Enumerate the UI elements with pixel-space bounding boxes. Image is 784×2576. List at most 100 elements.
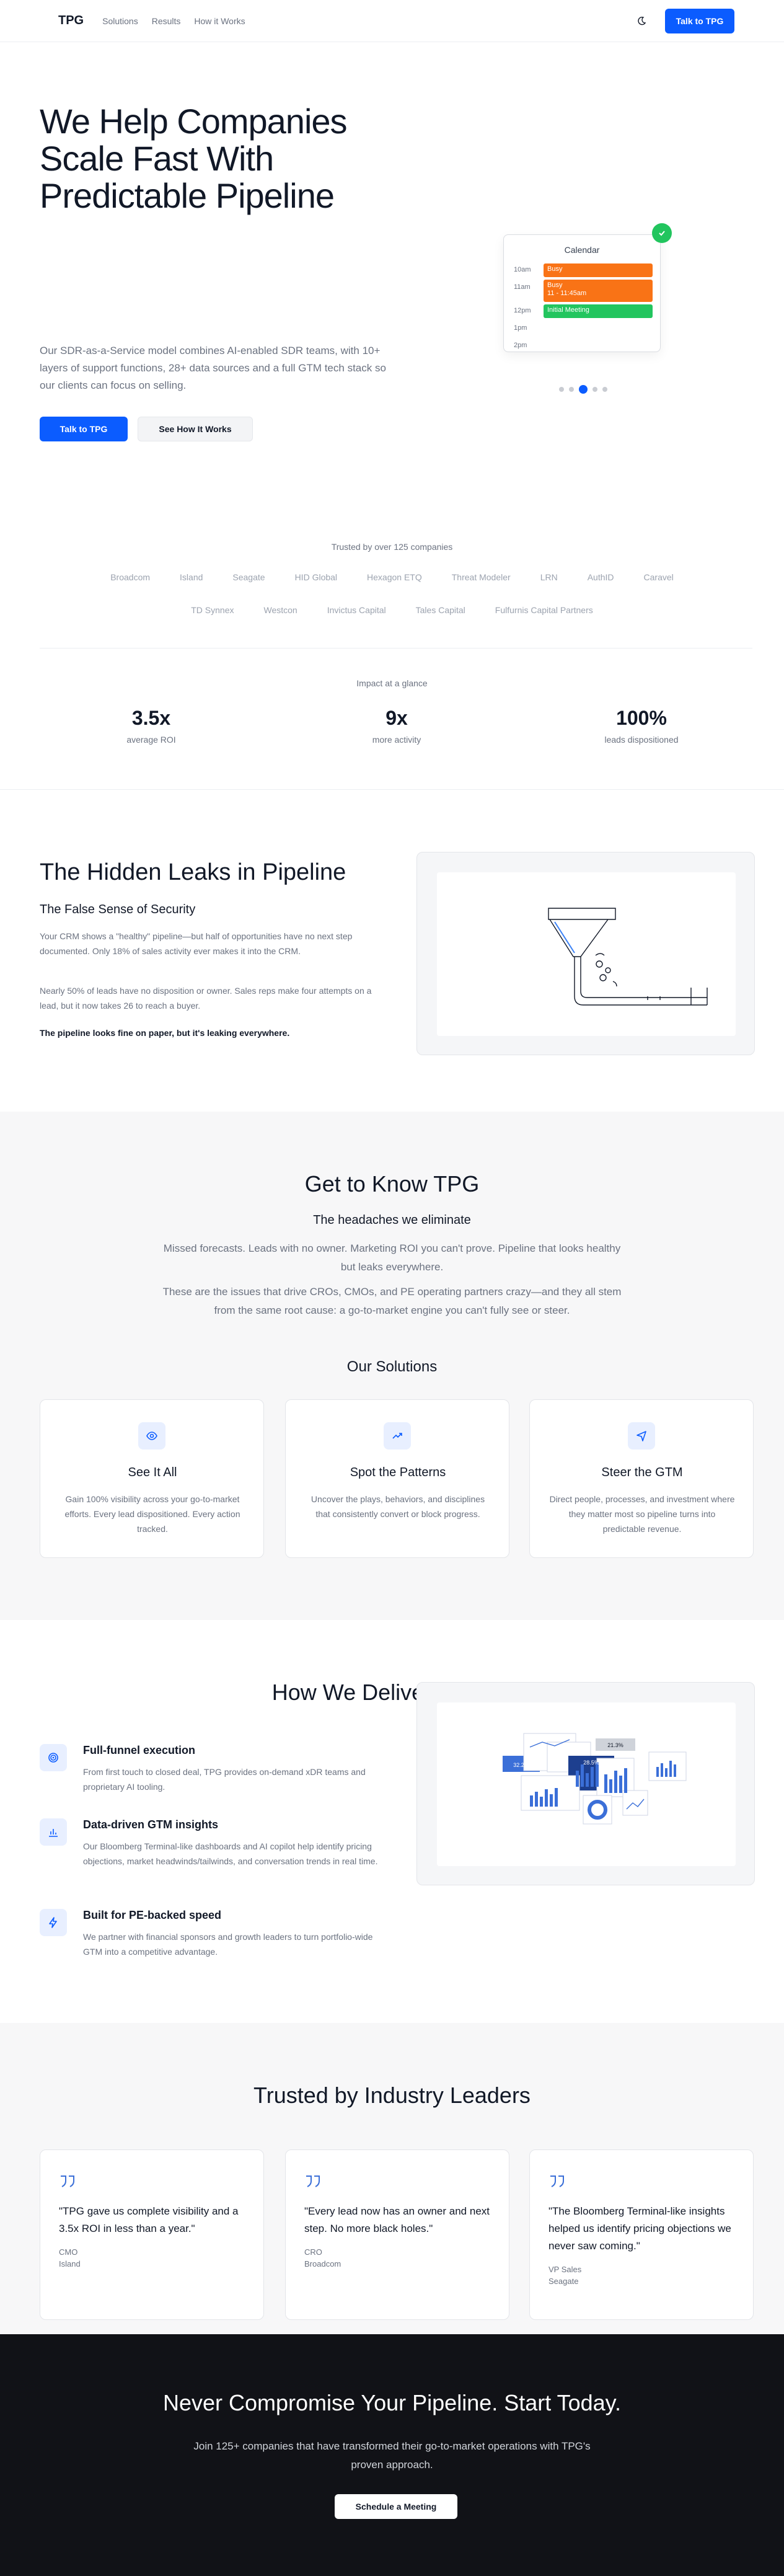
quote-icon <box>59 2174 245 2192</box>
trend-icon <box>384 1422 411 1450</box>
trusted-caption: Trusted by over 125 companies <box>331 542 453 552</box>
company-logo: Fulfurnis Capital Partners <box>495 605 593 615</box>
event-time: 11 - 11:45am <box>547 290 587 297</box>
feature-title: Built for PE-backed speed <box>83 1909 222 1921</box>
event-label: Initial Meeting <box>547 306 589 314</box>
time-label: 2pm <box>514 342 527 349</box>
trusted-section: Trusted by over 125 companies Broadcom I… <box>0 445 784 789</box>
check-icon <box>652 223 672 243</box>
testimonial-quote: "TPG gave us complete visibility and a 3… <box>59 2205 239 2234</box>
company-logo: Tales Capital <box>415 605 465 615</box>
company-logo: LRN <box>540 572 558 582</box>
cta-title: Never Compromise Your Pipeline. Start To… <box>162 2390 622 2415</box>
carousel-dot[interactable] <box>602 387 607 392</box>
cta-section: Never Compromise Your Pipeline. Start To… <box>0 2334 784 2576</box>
dark-mode-toggle-icon[interactable] <box>635 15 648 27</box>
calendar-title: Calendar <box>564 245 600 255</box>
solution-title: Steer the GTM <box>601 1466 683 1479</box>
top-nav: TPG Solutions Results How it Works Talk … <box>0 0 784 42</box>
calendar-card: Calendar 10am 11am 12pm 1pm 2pm Busy Bus… <box>503 234 661 352</box>
calendar-event-busy: Busy 11 - 11:45am <box>544 280 653 302</box>
stat-value: 9x <box>385 707 408 729</box>
calendar-event-busy: Busy <box>544 263 653 277</box>
testimonial-role: VP Sales <box>548 2265 582 2274</box>
testimonial-card: "The Bloomberg Terminal-like insights he… <box>529 2149 754 2320</box>
carousel-dot-active[interactable] <box>579 385 588 394</box>
company-logo: AuthID <box>587 572 614 582</box>
feature-text: Our Bloomberg Terminal-like dashboards a… <box>83 1841 378 1866</box>
time-label: 1pm <box>514 324 527 332</box>
feature-title: Data-driven GTM insights <box>83 1818 219 1831</box>
eye-icon <box>138 1422 165 1450</box>
quote-icon <box>304 2174 490 2192</box>
testimonial-card: "Every lead now has an owner and next st… <box>285 2149 509 2320</box>
event-label: Busy <box>547 265 563 273</box>
testimonial-role: CRO <box>304 2247 322 2257</box>
hero-how-button[interactable]: See How It Works <box>138 417 253 441</box>
carousel-dot[interactable] <box>569 387 574 392</box>
feature-pe-speed: Built for PE-backed speed We partner wit… <box>40 1909 387 1959</box>
hero-title: We Help Companies Scale Fast With Predic… <box>40 102 348 215</box>
company-logo: Caravel <box>643 572 674 582</box>
testimonials-title: Trusted by Industry Leaders <box>253 2082 531 2108</box>
nav-link-how-it-works[interactable]: How it Works <box>194 16 245 26</box>
know-subtitle: The headaches we eliminate <box>313 1213 471 1227</box>
bolt-icon <box>40 1909 67 1936</box>
leaks-title: The Hidden Leaks in Pipeline <box>40 859 346 885</box>
pipeline-illustration <box>437 872 736 1036</box>
feature-full-funnel: Full-funnel execution From first touch t… <box>40 1744 387 1794</box>
company-logo: Threat Modeler <box>451 572 511 582</box>
schedule-meeting-button[interactable]: Schedule a Meeting <box>335 2494 457 2519</box>
solution-title: Spot the Patterns <box>350 1466 446 1479</box>
cta-text: Join 125+ companies that have transforme… <box>193 2440 591 2471</box>
feature-insights: Data-driven GTM insights Our Bloomberg T… <box>40 1818 387 1869</box>
company-logo: Island <box>180 572 203 582</box>
know-paragraph: These are the issues that drive CROs, CM… <box>162 1286 622 1316</box>
nav-link-results[interactable]: Results <box>152 16 181 26</box>
solution-title: See It All <box>128 1466 177 1479</box>
calendar-event-meeting: Initial Meeting <box>544 304 653 318</box>
leaks-paragraph: Your CRM shows a "healthy" pipeline—but … <box>40 931 353 956</box>
dashboard-illustration: 32.2% 28.5% 21.3% <box>437 1702 736 1866</box>
feature-text: From first touch to closed deal, TPG pro… <box>83 1767 366 1792</box>
solution-text: Gain 100% visibility across your go-to-m… <box>64 1494 240 1534</box>
hero-subtitle: Our SDR-as-a-Service model combines AI-e… <box>40 345 386 391</box>
event-label: Busy <box>547 281 563 289</box>
quote-icon <box>548 2174 734 2192</box>
dashboard-stat: 21.3% <box>607 1742 623 1748</box>
logo-row: TD Synnex Westcon Invictus Capital Tales… <box>0 605 784 615</box>
logo-row: Broadcom Island Seagate HID Global Hexag… <box>0 572 784 582</box>
company-logo: Westcon <box>263 605 297 615</box>
dashboard-illustration-card: 32.2% 28.5% 21.3% <box>416 1682 755 1885</box>
solution-card-patterns: Spot the Patterns Uncover the plays, beh… <box>285 1399 509 1558</box>
nav-link-solutions[interactable]: Solutions <box>102 16 138 26</box>
solution-card-steer: Steer the GTM Direct people, processes, … <box>529 1399 754 1558</box>
feature-text: We partner with financial sponsors and g… <box>83 1932 373 1957</box>
know-title: Get to Know TPG <box>304 1171 480 1197</box>
leaks-emphasis: The pipeline looks fine on paper, but it… <box>40 1028 290 1038</box>
stat-label: leads dispositioned <box>604 735 679 745</box>
stat-value: 100% <box>616 707 667 729</box>
time-label: 10am <box>514 266 531 273</box>
company-logo: HID Global <box>294 572 338 582</box>
company-logo: Hexagon ETQ <box>367 572 422 582</box>
deliver-section: How We Deliver Results Full-funnel execu… <box>0 1620 784 2023</box>
carousel-dot[interactable] <box>592 387 597 392</box>
testimonial-company: Broadcom <box>304 2259 341 2268</box>
hero-talk-button[interactable]: Talk to TPG <box>40 417 128 441</box>
nav-talk-button[interactable]: Talk to TPG <box>665 8 734 33</box>
testimonial-role: CMO <box>59 2247 78 2257</box>
company-logo: Broadcom <box>110 572 151 582</box>
stat-roi: 3.5x average ROI <box>58 707 244 745</box>
carousel-dot[interactable] <box>559 387 564 392</box>
stat-label: more activity <box>372 735 421 745</box>
testimonial-company: Seagate <box>548 2277 579 2286</box>
solution-text: Uncover the plays, behaviors, and discip… <box>311 1494 485 1519</box>
logo[interactable]: TPG <box>58 14 84 28</box>
pipeline-illustration-card <box>416 852 755 1055</box>
company-logo: TD Synnex <box>191 605 234 615</box>
dashboard-stat: 28.5% <box>583 1759 599 1766</box>
know-section: Get to Know TPG The headaches we elimina… <box>0 1112 784 1620</box>
testimonial-quote: "The Bloomberg Terminal-like insights he… <box>548 2205 731 2252</box>
carousel-dots <box>559 385 607 394</box>
